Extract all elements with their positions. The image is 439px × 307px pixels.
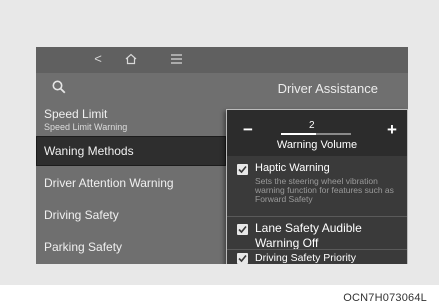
figure-frame: < Driver Assistance Speed Limit Speed Li… — [0, 0, 439, 285]
menu-item-warning-methods[interactable]: Waning Methods — [36, 136, 226, 166]
volume-increase-button[interactable]: + — [383, 120, 401, 140]
option-label: Lane Safety Audible Warning Off — [255, 221, 362, 250]
option-label: Driving Safety Priority — [255, 252, 356, 264]
menu-item-label: Waning Methods — [44, 144, 134, 158]
home-icon[interactable] — [121, 50, 141, 70]
lane-safety-checkbox[interactable] — [237, 224, 248, 235]
menu-item-parking-safety[interactable]: Parking Safety — [36, 232, 226, 262]
menu-item-label: Parking Safety — [44, 240, 123, 254]
figure-code: OCN7H073064L — [343, 292, 427, 304]
menu-item-driving-safety[interactable]: Driving Safety — [36, 200, 226, 230]
volume-slider[interactable] — [281, 133, 351, 135]
volume-label: Warning Volume — [276, 139, 358, 151]
top-bar: < — [36, 47, 408, 73]
volume-value: 2 — [309, 120, 315, 131]
divider — [227, 216, 407, 217]
option-lane-safety-audible-warning-off[interactable]: Lane Safety Audible Warning Off — [227, 218, 407, 250]
menu-item-sublabel: Speed Limit Warning — [44, 122, 128, 132]
warning-methods-popup: − 2 + Warning Volume Haptic Warning Sets… — [226, 109, 408, 264]
warning-volume-control: − 2 + Warning Volume — [227, 110, 407, 156]
option-haptic-warning[interactable]: Haptic Warning Sets the steering wheel v… — [227, 158, 407, 216]
option-description: Sets the steering wheel vibration warnin… — [255, 176, 394, 204]
volume-decrease-button[interactable]: − — [239, 120, 257, 140]
option-label: Haptic Warning — [255, 162, 330, 174]
search-icon[interactable] — [52, 80, 68, 96]
page-title: Driver Assistance — [277, 81, 378, 96]
menu-item-speed-limit[interactable]: Speed Limit Speed Limit Warning — [36, 105, 226, 135]
menu-item-driver-attention-warning[interactable]: Driver Attention Warning — [36, 168, 226, 198]
menu-item-label: Speed Limit — [44, 107, 108, 121]
volume-slider-fill — [281, 133, 316, 135]
menu-item-label: Driving Safety — [44, 208, 119, 222]
menu-icon[interactable] — [166, 50, 186, 69]
back-button[interactable]: < — [88, 50, 108, 68]
infotainment-screen: < Driver Assistance Speed Limit Speed Li… — [36, 47, 408, 264]
option-driving-safety-priority[interactable]: Driving Safety Priority — [227, 250, 407, 264]
menu-item-label: Driver Attention Warning — [44, 176, 174, 190]
driving-safety-priority-checkbox[interactable] — [237, 253, 248, 264]
haptic-warning-checkbox[interactable] — [237, 164, 248, 175]
